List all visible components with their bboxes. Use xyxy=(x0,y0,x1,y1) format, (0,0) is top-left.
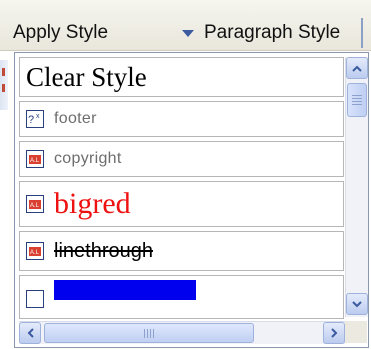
svg-text:?: ? xyxy=(28,114,34,126)
list-item-clear-style[interactable]: Clear Style xyxy=(19,57,344,97)
apply-style-label[interactable]: Apply Style xyxy=(13,22,108,44)
character-style-icon xyxy=(26,290,44,308)
horizontal-scrollbar[interactable] xyxy=(19,321,345,344)
footer-label: footer xyxy=(54,110,97,127)
list-item-bigred[interactable]: A.L bigred xyxy=(19,181,344,227)
toolbar: Apply Style Paragraph Style xyxy=(0,0,371,51)
svg-text:A.L: A.L xyxy=(30,158,40,164)
linethrough-label: linethrough xyxy=(54,239,153,262)
character-style-icon: A.L xyxy=(26,242,44,260)
list-item-copyright[interactable]: A.L copyright xyxy=(19,141,344,177)
triangle-down-icon[interactable] xyxy=(178,23,198,45)
svg-text:A.L: A.L xyxy=(30,250,40,256)
list-item-linethrough[interactable]: A.L linethrough xyxy=(19,231,344,271)
scrollbar-corner xyxy=(345,321,367,343)
chevron-down-icon[interactable] xyxy=(346,293,368,315)
clear-style-label: Clear Style xyxy=(26,61,147,92)
svg-text:x: x xyxy=(36,113,40,120)
paragraph-style-combo[interactable]: Paragraph Style xyxy=(204,22,340,44)
style-list: Clear Style ? x footer A.L copyright A.L… xyxy=(19,57,344,319)
editor-edge xyxy=(0,60,8,110)
toolbar-divider xyxy=(361,18,363,48)
list-item-partial[interactable] xyxy=(19,275,344,319)
chevron-right-icon[interactable] xyxy=(323,322,345,344)
apply-style-dropdown: Clear Style ? x footer A.L copyright A.L… xyxy=(14,52,369,348)
svg-text:A.L: A.L xyxy=(30,203,40,209)
horizontal-scroll-thumb[interactable] xyxy=(44,323,254,343)
vertical-scroll-thumb[interactable] xyxy=(347,83,367,117)
character-style-icon: A.L xyxy=(26,150,44,168)
paragraph-style-icon: ? x xyxy=(26,110,44,128)
chevron-up-icon[interactable] xyxy=(346,57,368,79)
highlighted-style-preview xyxy=(54,280,196,300)
vertical-scrollbar[interactable] xyxy=(345,57,368,317)
list-item-footer[interactable]: ? x footer xyxy=(19,101,344,137)
chevron-left-icon[interactable] xyxy=(19,322,41,344)
bigred-label: bigred xyxy=(54,187,131,220)
copyright-label: copyright xyxy=(54,150,122,167)
character-style-icon: A.L xyxy=(26,195,44,213)
